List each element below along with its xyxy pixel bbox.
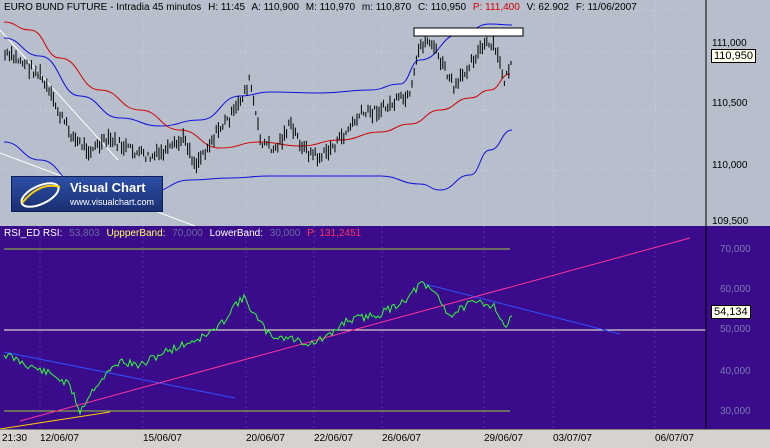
rsi-axis-label: 30,000	[720, 406, 751, 417]
price-axis-label: 111,000	[712, 38, 747, 49]
rsi-axis-label: 40,000	[720, 366, 751, 377]
chart-header: EURO BUND FUTURE - Intradia 45 minutos H…	[4, 2, 641, 13]
rsi-axis-label: 60,000	[720, 284, 751, 295]
lower-band-value: 30,000	[269, 228, 301, 239]
rsi-p-value: P: 131,2451	[307, 228, 362, 239]
time-axis-label: 12/06/07	[40, 433, 79, 444]
header-open: A: 110,900	[251, 2, 299, 13]
resistance-box	[413, 27, 524, 37]
time-axis-label: 15/06/07	[143, 433, 182, 444]
time-axis-label: 06/07/07	[655, 433, 694, 444]
lower-band-label: LowerBand:	[209, 228, 263, 239]
rsi-axis-label: 50,000	[720, 324, 751, 335]
visual-chart-logo: Visual Chart www.visualchart.com	[11, 176, 163, 212]
rsi-header: RSI_ED RSI: 53,803 UppperBand: 70,000 Lo…	[4, 228, 365, 239]
header-volume: V: 62.902	[526, 2, 570, 13]
logo-brand: Visual Chart	[70, 180, 146, 195]
time-axis-label: 21:30	[2, 433, 28, 444]
current-price-marker: 110,950	[711, 49, 756, 63]
time-axis-label: 26/06/07	[382, 433, 421, 444]
logo-url: www.visualchart.com	[70, 197, 155, 207]
instrument-title: EURO BUND FUTURE - Intradia 45 minutos	[4, 2, 202, 13]
price-axis-label: 110,500	[712, 98, 748, 109]
time-axis-label: 03/07/07	[553, 433, 592, 444]
rsi-line	[3, 281, 513, 416]
price-axis-label: 110,000	[712, 160, 748, 171]
rsi-blue-trendline-2	[424, 283, 621, 335]
upper-band-value: 70,000	[172, 228, 203, 239]
time-axis: 21:30 12/06/07 15/06/07 20/06/07 22/06/0…	[0, 429, 770, 448]
header-date: F: 11/06/2007	[575, 2, 637, 13]
price-bars	[4, 34, 512, 174]
header-low: m: 110,870	[361, 2, 412, 13]
time-axis-label: 29/06/07	[484, 433, 523, 444]
header-high: M: 110,970	[305, 2, 356, 13]
rsi-chart-svg	[0, 226, 707, 429]
price-chart-panel[interactable]: EURO BUND FUTURE - Intradia 45 minutos H…	[0, 0, 770, 227]
trendline-white-1	[0, 29, 119, 161]
rsi-value: 53,803	[69, 228, 100, 239]
current-rsi-marker: 54,134	[711, 305, 751, 319]
rsi-title: RSI_ED RSI:	[4, 228, 63, 239]
time-axis-label: 20/06/07	[246, 433, 285, 444]
rsi-axis-label: 70,000	[720, 244, 751, 255]
header-hour: H: 11:45	[208, 2, 246, 13]
header-p: P: 111,400	[472, 2, 520, 13]
rsi-blue-trendline-1	[3, 351, 236, 399]
header-close: C: 110,950	[417, 2, 467, 13]
logo-swoosh-icon	[20, 182, 61, 208]
time-axis-label: 22/06/07	[314, 433, 353, 444]
rsi-panel[interactable]: RSI_ED RSI: 53,803 UppperBand: 70,000 Lo…	[0, 226, 770, 429]
rsi-yellow-line	[0, 411, 111, 429]
upper-band-label: UppperBand:	[106, 228, 166, 239]
